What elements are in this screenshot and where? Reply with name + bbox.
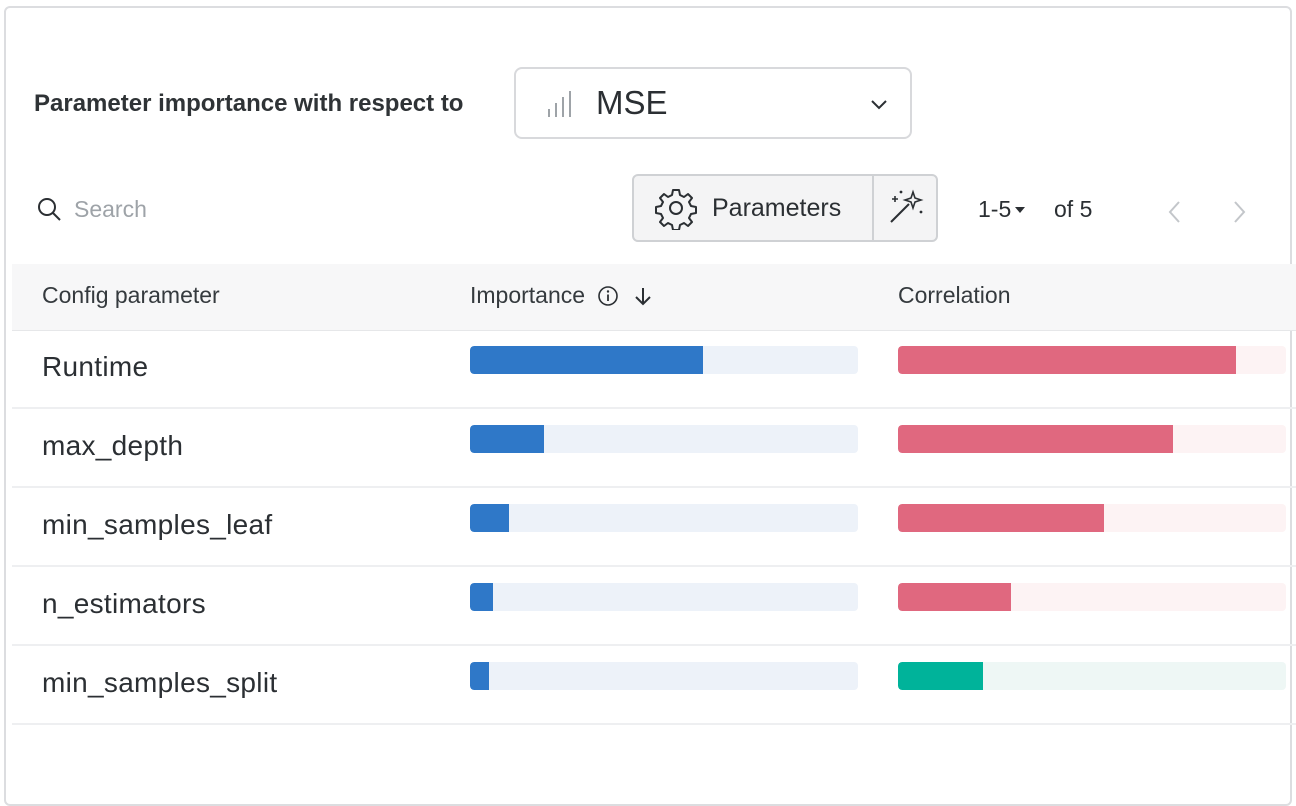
table-row[interactable]: min_samples_split <box>12 646 1296 725</box>
correlation-bar <box>898 346 1286 374</box>
info-icon[interactable] <box>597 285 619 307</box>
config-parameter-name: min_samples_split <box>42 667 278 698</box>
magic-wand-button[interactable] <box>874 176 936 240</box>
correlation-bar-fill <box>898 583 1011 611</box>
column-header-correlation[interactable]: Correlation <box>898 282 1011 309</box>
gear-icon <box>655 189 697 230</box>
config-parameter-name: max_depth <box>42 430 184 461</box>
importance-bar <box>470 425 858 453</box>
table-header: Config parameter Importance Correlation <box>12 264 1296 331</box>
pager-range-label: 1-5 <box>978 196 1012 222</box>
column-header-config-parameter[interactable]: Config parameter <box>42 282 220 309</box>
pager-range-select[interactable]: 1-5 <box>978 196 1026 223</box>
correlation-bar <box>898 662 1286 690</box>
table-row[interactable]: min_samples_leaf <box>12 488 1296 567</box>
search-input[interactable] <box>72 194 376 224</box>
table-body: Runtime max_depth min_samples_leaf n_estima… <box>12 330 1296 725</box>
config-parameter-name: n_estimators <box>42 588 206 619</box>
importance-bar <box>470 583 858 611</box>
magic-wand-icon <box>890 189 924 223</box>
metric-select[interactable]: MSE <box>514 67 912 139</box>
correlation-bar <box>898 504 1286 532</box>
caret-down-icon <box>1015 206 1026 213</box>
chevron-down-icon <box>871 100 887 110</box>
column-header-label: Config parameter <box>42 282 220 308</box>
importance-bar <box>470 504 858 532</box>
parameters-button[interactable]: Parameters <box>634 176 874 240</box>
importance-bar-fill <box>470 504 509 532</box>
importance-bar <box>470 346 858 374</box>
correlation-bar-fill <box>898 346 1236 374</box>
pager-total: of 5 <box>1054 196 1093 222</box>
config-parameter-name: min_samples_leaf <box>42 509 273 540</box>
importance-bar-fill <box>470 346 703 374</box>
correlation-bar-fill <box>898 662 984 690</box>
column-header-label: Correlation <box>898 282 1011 308</box>
correlation-bar <box>898 583 1286 611</box>
importance-bar-fill <box>470 662 490 690</box>
correlation-bar <box>898 425 1286 453</box>
parameters-button-group: Parameters <box>632 174 938 242</box>
importance-bar-fill <box>470 425 544 453</box>
search-box[interactable] <box>36 192 376 226</box>
metric-select-value: MSE <box>596 84 668 121</box>
search-icon <box>38 198 61 221</box>
sort-arrow-down-icon[interactable] <box>633 285 653 307</box>
panel-title: Parameter importance with respect to <box>34 90 464 117</box>
importance-bar <box>470 662 858 690</box>
correlation-bar-fill <box>898 425 1174 453</box>
title-row: Parameter importance with respect to <box>34 66 463 142</box>
chevron-left-icon[interactable] <box>1162 198 1188 226</box>
chevron-right-icon[interactable] <box>1226 198 1252 226</box>
column-header-label: Importance <box>470 282 586 308</box>
bar-chart-icon <box>548 91 571 117</box>
parameters-button-label: Parameters <box>712 193 842 222</box>
table-row[interactable]: n_estimators <box>12 567 1296 646</box>
correlation-bar-fill <box>898 504 1104 532</box>
table-row[interactable]: max_depth <box>12 409 1296 488</box>
importance-bar-fill <box>470 583 494 611</box>
parameter-importance-panel: Parameter importance with respect to MSE… <box>4 6 1296 806</box>
column-header-importance[interactable]: Importance <box>470 282 653 309</box>
table-row[interactable]: Runtime <box>12 330 1296 409</box>
config-parameter-name: Runtime <box>42 351 149 382</box>
